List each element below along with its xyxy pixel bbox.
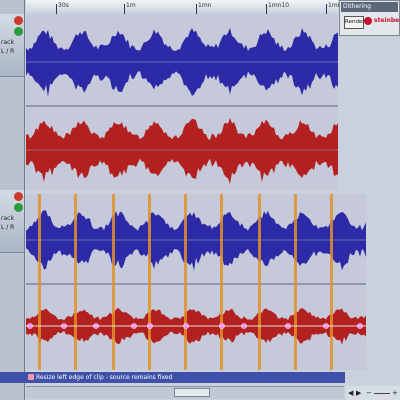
track-control-1[interactable]: rack L / R (0, 14, 24, 77)
status-bar: Resize left edge of clip - source remain… (0, 372, 345, 383)
zoom-control[interactable]: ◀ ▶ − + (346, 386, 400, 400)
time-ruler[interactable]: 30s 1m 1mn 1mn10 1mn20 (26, 0, 349, 15)
track-control-rail: rack L / R rack L / R (0, 0, 25, 400)
region-boundary-marker[interactable] (74, 194, 77, 370)
scrollbar-thumb[interactable] (174, 388, 210, 397)
horizontal-scrollbar[interactable] (26, 386, 344, 399)
right-channel-waveform (26, 117, 338, 185)
track-name-label: rack (1, 215, 14, 222)
record-icon[interactable] (14, 16, 23, 25)
zoom-slider[interactable] (374, 393, 390, 394)
track-control-2[interactable]: rack L / R (0, 190, 24, 253)
mute-icon[interactable] (14, 27, 23, 36)
ruler-label: 1m (126, 2, 136, 9)
region-boundary-marker[interactable] (258, 194, 261, 370)
solo-icon[interactable] (14, 203, 23, 212)
dithering-panel: Dithering Render steinberg (339, 0, 400, 36)
lower-waveform-editor[interactable] (26, 194, 366, 370)
ruler-label: 1mn (198, 2, 212, 9)
region-boundary-marker[interactable] (220, 194, 223, 370)
status-icon (28, 374, 34, 380)
lower-waveform-display[interactable] (26, 194, 366, 370)
record-icon[interactable] (14, 192, 23, 201)
empty-timeline-area (366, 194, 400, 370)
track-name-label: rack (1, 39, 14, 46)
track-channel-label: L / R (1, 48, 15, 55)
steinberg-logo-icon (364, 17, 372, 25)
upper-waveform-display[interactable] (26, 14, 338, 190)
region-boundary-marker[interactable] (184, 194, 187, 370)
region-boundary-marker[interactable] (294, 194, 297, 370)
arrow-right-icon[interactable]: ▶ (356, 389, 361, 397)
ruler-label: 30s (58, 2, 69, 9)
region-boundary-marker[interactable] (112, 194, 115, 370)
region-boundary-marker[interactable] (38, 194, 41, 370)
zoom-in-icon[interactable]: + (392, 389, 398, 397)
dithering-title: Dithering (341, 2, 398, 12)
status-text: Resize left edge of clip - source remain… (36, 374, 173, 381)
region-boundary-marker[interactable] (148, 194, 151, 370)
region-boundary-marker[interactable] (330, 194, 333, 370)
left-channel-waveform (26, 27, 338, 97)
track-channel-label: L / R (1, 224, 15, 231)
zoom-out-icon[interactable]: − (366, 389, 372, 397)
upper-waveform-editor[interactable] (26, 14, 338, 190)
ruler-label: 1mn10 (268, 2, 290, 9)
render-button[interactable]: Render (344, 16, 365, 29)
arrow-left-icon[interactable]: ◀ (348, 389, 353, 397)
brand-label: steinberg (374, 17, 400, 24)
